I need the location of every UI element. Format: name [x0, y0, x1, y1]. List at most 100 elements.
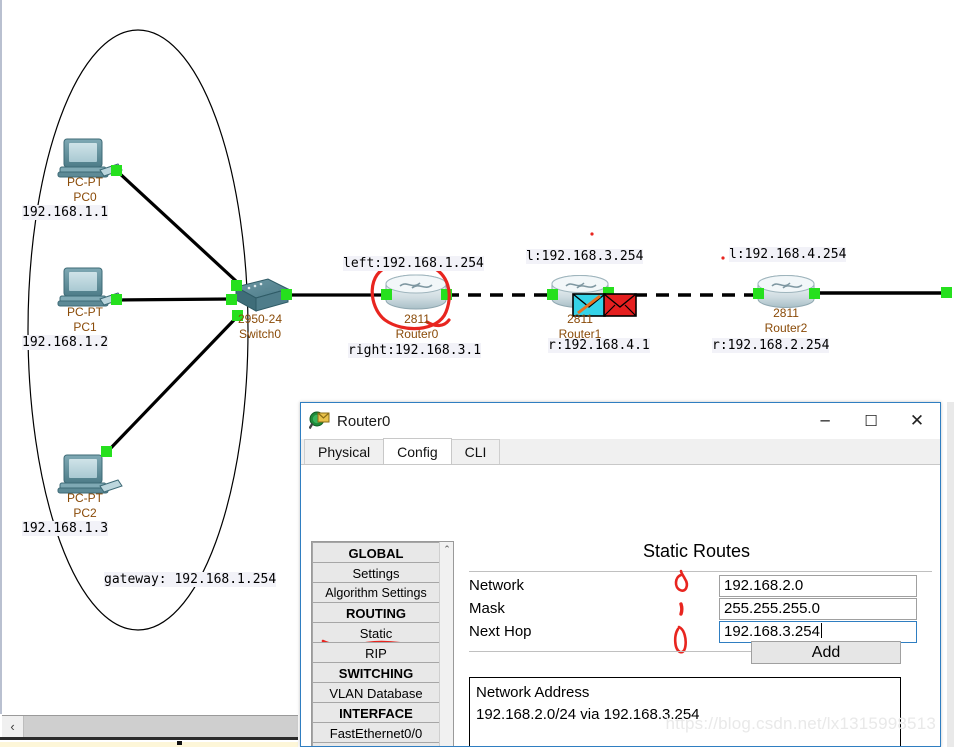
device-pc1[interactable]	[57, 267, 123, 307]
tab-bar[interactable]: Physical Config CLI	[301, 438, 940, 465]
config-nav-panel[interactable]: GLOBAL Settings Algorithm Settings ROUTI…	[311, 541, 454, 746]
scroll-left-icon[interactable]: ‹	[2, 716, 24, 737]
tab-physical[interactable]: Physical	[304, 439, 385, 464]
device-name-pc0: PC0	[73, 190, 97, 204]
link-port-pc1	[111, 294, 122, 305]
device-label-switch0: 2950-24 Switch0	[215, 312, 305, 342]
link-port-router2-left	[753, 288, 764, 299]
add-route-button[interactable]: Add	[751, 641, 901, 664]
network-input[interactable]: 192.168.2.0	[719, 575, 917, 597]
device-name-router0: Router0	[395, 327, 439, 341]
window-bottom-strip	[0, 742, 298, 747]
device-pc0[interactable]	[57, 138, 123, 178]
tab-config[interactable]: Config	[383, 438, 452, 464]
device-model-router0: 2811	[404, 312, 430, 326]
nav-item-settings[interactable]: Settings	[312, 562, 440, 583]
device-model-pc1: PC-PT	[67, 305, 103, 319]
device-label-pc0: PC-PT PC0	[40, 175, 130, 205]
router-config-window[interactable]: Router0 ─ ☐ ✕ Physical Config CLI GLOBAL…	[300, 402, 941, 747]
window-bottom-border	[0, 737, 298, 740]
config-tab-panel: GLOBAL Settings Algorithm Settings ROUTI…	[301, 465, 940, 746]
device-router0[interactable]	[381, 274, 452, 310]
nav-item-fastethernet0-0[interactable]: FastEthernet0/0	[312, 722, 440, 743]
link-port-edge-right	[941, 287, 952, 298]
next-hop-label: Next Hop	[469, 623, 532, 640]
static-routes-pane: Static Routes Network 192.168.2.0 Mask 2…	[461, 541, 936, 746]
device-name-switch0: Switch0	[238, 327, 282, 341]
mask-input[interactable]: 255.255.255.0	[719, 598, 917, 620]
mask-label: Mask	[469, 600, 505, 617]
device-label-pc2: PC-PT PC2	[40, 491, 130, 521]
router1-left-ip: l:192.168.3.254	[526, 249, 644, 264]
window-titlebar[interactable]: Router0 ─ ☐ ✕	[301, 403, 940, 439]
text-caret	[820, 623, 822, 638]
workspace-horizontal-scrollbar[interactable]: ‹	[2, 715, 298, 737]
tab-cli[interactable]: CLI	[450, 439, 501, 464]
device-router2[interactable]	[753, 275, 820, 308]
stray-red-dot-a	[590, 232, 594, 236]
window-bottom-tick	[177, 741, 182, 745]
window-controls[interactable]: ─ ☐ ✕	[802, 403, 940, 439]
device-model-router1: 2811	[567, 312, 593, 326]
link-port-switch0-a	[231, 280, 242, 291]
router2-right-ip: r:192.168.2.254	[712, 338, 830, 353]
nav-section-interface: INTERFACE	[312, 702, 440, 723]
router-app-icon	[308, 410, 331, 432]
nav-item-algorithm-settings[interactable]: Algorithm Settings	[312, 582, 440, 603]
device-model-pc0: PC-PT	[67, 175, 103, 189]
link-port-pc2	[101, 446, 112, 457]
device-label-pc1: PC-PT PC1	[40, 305, 130, 335]
nav-item-vlan-database[interactable]: VLAN Database	[312, 682, 440, 703]
nav-section-switching: SWITCHING	[312, 662, 440, 683]
close-button[interactable]: ✕	[894, 403, 940, 439]
link-port-router1-left	[547, 289, 558, 300]
device-model-pc2: PC-PT	[67, 491, 103, 505]
device-name-pc2: PC2	[73, 506, 97, 520]
right-scrollbar-stub[interactable]	[947, 402, 954, 747]
device-pc2[interactable]	[57, 446, 123, 494]
network-row: Network 192.168.2.0	[469, 575, 917, 597]
link-pc1-switch0	[116, 297, 232, 302]
next-hop-input[interactable]: 192.168.3.254	[719, 621, 917, 643]
nav-item-static[interactable]: Static	[312, 622, 440, 643]
link-port-switch0-d	[281, 289, 292, 300]
nav-section-routing: ROUTING	[312, 602, 440, 623]
mask-row: Mask 255.255.255.0	[469, 598, 917, 620]
nav-section-global: GLOBAL	[312, 542, 440, 563]
static-routes-heading: Static Routes	[642, 541, 751, 561]
next-hop-row: Next Hop 192.168.3.254	[469, 621, 917, 643]
link-port-router2-right	[809, 288, 820, 299]
router2-left-ip: l:192.168.4.254	[729, 247, 847, 262]
chevron-up-icon[interactable]: ⌃	[440, 542, 453, 557]
stray-red-dot-b	[721, 256, 725, 260]
watermark-text: https://blog.csdn.net/lx1315998513	[665, 714, 936, 733]
device-model-router2: 2811	[773, 306, 799, 320]
nav-item-rip[interactable]: RIP	[312, 642, 440, 663]
device-ip-pc2: 192.168.1.3	[22, 521, 109, 536]
router1-right-ip: r:192.168.4.1	[548, 338, 650, 353]
device-model-switch0: 2950-24	[237, 312, 283, 326]
router0-left-ip: left:192.168.1.254	[343, 256, 484, 271]
device-label-router0: 2811 Router0	[372, 312, 462, 342]
nav-scrollbar[interactable]: ⌃	[439, 542, 453, 746]
network-label: Network	[469, 577, 525, 594]
device-name-router2: Router2	[764, 321, 808, 335]
next-hop-value: 192.168.3.254	[724, 623, 820, 640]
divider-top	[469, 571, 932, 572]
config-nav-list[interactable]: GLOBAL Settings Algorithm Settings ROUTI…	[312, 542, 440, 746]
device-ip-pc1: 192.168.1.2	[22, 335, 109, 350]
gateway-annotation: gateway: 192.168.1.254	[104, 572, 277, 587]
device-name-pc1: PC1	[73, 320, 97, 334]
link-port-switch0-b	[226, 294, 237, 305]
nav-item-fastethernet0-1[interactable]: FastEthernet0/1	[312, 742, 440, 746]
router0-right-ip: right:192.168.3.1	[348, 343, 482, 358]
maximize-button[interactable]: ☐	[848, 403, 894, 439]
routes-listbox[interactable]: Network Address 192.168.2.0/24 via 192.1…	[469, 677, 901, 746]
routes-list-header: Network Address	[476, 684, 590, 701]
nav-item-static-label: Static	[359, 626, 393, 641]
minimize-button[interactable]: ─	[802, 403, 848, 439]
window-title: Router0	[337, 412, 391, 430]
link-port-router0-left	[381, 289, 392, 300]
device-ip-pc0: 192.168.1.1	[22, 205, 109, 220]
link-pc0-switch0	[116, 170, 238, 283]
